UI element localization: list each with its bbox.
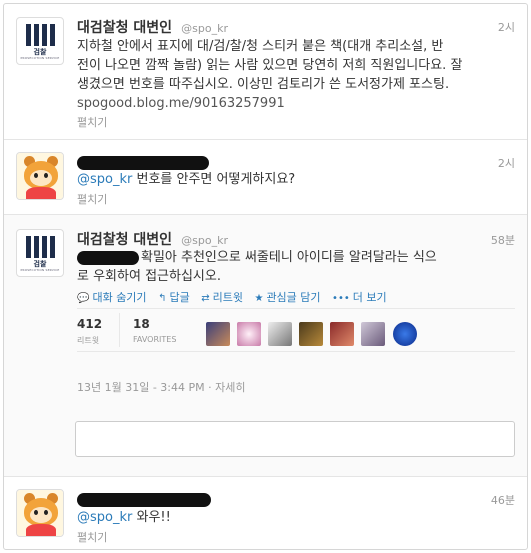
reply-arrow-icon: ↰ [158,293,167,304]
tweet-text-content: 번호를 안주면 어떻게하지요? [136,172,296,187]
tweet-timeline: 검찰 PROSECUTION SERVICE 대검찰청 대변인 @spo_kr … [3,3,528,550]
cartoon-cat-icon [17,153,63,199]
redacted-mention [77,250,139,265]
favorite-button[interactable]: ★ 관심글 담기 [254,291,320,304]
expand-link[interactable]: 펼치기 [77,529,107,545]
mention-link[interactable]: @spo_kr [77,172,132,187]
tweet-text: @spo_kr 와우!! [77,508,515,527]
star-icon: ★ [254,293,264,304]
avatar[interactable] [16,152,64,200]
cartoon-cat-icon [17,490,63,536]
more-button[interactable]: ••• 더 보기 [332,291,387,304]
retweet-count: 412 [77,317,103,331]
reply-button[interactable]: ↰ 답글 [158,291,190,304]
reply-input[interactable] [75,421,515,457]
user-name[interactable]: 대검찰청 대변인 [77,232,172,248]
tweet-text-line: 지하철 안에서 표지에 대/검/찰/청 스티커 붙은 책(대개 추리소설, 반 [77,39,444,54]
favoriter-avatar[interactable] [299,322,324,346]
tweet-actions: 💬 대화 숨기기 ↰ 답글 ⇄ 리트윗 ★ 관심글 담기 ••• 더 보기 [77,289,395,305]
retweet-label: 리트윗 [77,336,100,345]
tweet-text: 지하철 안에서 표지에 대/검/찰/청 스티커 붙은 책(대개 추리소설, 반 … [77,37,515,113]
full-timestamp: 13년 1월 31일 - 3:44 PM · 자세히 [77,381,246,394]
expand-link[interactable]: 펼치기 [77,191,107,207]
logo-subtext: PROSECUTION SERVICE [20,56,60,60]
prosecution-logo-icon [26,24,56,46]
tweet-text: @spo_kr 번호를 안주면 어떻게하지요? [77,170,515,189]
favoriter-avatar[interactable] [237,322,262,346]
favorite-label: FAVORITES [133,335,177,344]
tweet-text-line: 확밀아 추천인으로 써줄테니 아이디를 알려달라는 식으 [141,250,437,265]
tweet-stats: 412 리트윗 18 FAVORITES [77,308,515,352]
avatar[interactable]: 검찰 PROSECUTION SERVICE [16,229,64,277]
tweet[interactable]: 2시 @spo_kr 번호를 안주면 어떻게하지요? 펼치기 [4,140,527,215]
retweet-icon: ⇄ [201,293,210,304]
tweet-time[interactable]: 58분 [491,232,515,248]
tweet-header: 대검찰청 대변인 @spo_kr [77,17,228,36]
redacted-name [77,492,211,507]
prosecution-logo-icon [26,236,56,258]
favorite-stat[interactable]: 18 FAVORITES [133,317,176,344]
tweet-text: 확밀아 추천인으로 써줄테니 아이디를 알려달라는 식으 로 우회하여 접근하십… [77,248,515,286]
speech-bubble-icon: 💬 [77,293,90,304]
favoriter-avatar[interactable] [330,322,355,346]
tweet-time[interactable]: 2시 [498,19,515,35]
mention-link[interactable]: @spo_kr [77,510,132,525]
tweet[interactable]: 46분 @spo_kr 와우!! 펼치기 [4,477,527,549]
tweet-time[interactable]: 46분 [491,492,515,508]
user-handle[interactable]: @spo_kr [181,234,228,247]
retweet-stat[interactable]: 412 리트윗 [77,317,102,346]
favoriter-avatar[interactable] [268,322,293,346]
tweet-header: 대검찰청 대변인 @spo_kr [77,229,228,248]
redacted-name [77,155,209,170]
tweet-header [77,489,211,507]
retweet-button[interactable]: ⇄ 리트윗 [201,291,243,304]
user-name[interactable]: 대검찰청 대변인 [77,20,172,36]
tweet-text-line: 로 우회하여 접근하십시오. [77,269,221,284]
ellipsis-icon: ••• [332,293,350,304]
tweet-text-content: 와우!! [136,510,171,525]
favorite-count: 18 [133,317,150,331]
favoriter-avatar[interactable] [361,322,386,346]
tweet-time[interactable]: 2시 [498,155,515,171]
user-handle[interactable]: @spo_kr [181,22,228,35]
logo-subtext: PROSECUTION SERVICE [20,268,60,272]
favoriter-avatars [206,322,419,346]
tweet-expanded[interactable]: 검찰 PROSECUTION SERVICE 대검찰청 대변인 @spo_kr … [4,215,527,477]
avatar[interactable]: 검찰 PROSECUTION SERVICE [16,17,64,65]
avatar[interactable] [16,489,64,537]
tweet-text-line: 생겼으면 번호를 따주십시오. 이상민 검토리가 쓴 도서정가제 포스팅. [77,77,450,92]
divider [119,313,120,347]
details-link[interactable]: 자세히 [215,381,245,394]
tweet[interactable]: 검찰 PROSECUTION SERVICE 대검찰청 대변인 @spo_kr … [4,4,527,140]
tweet-text-line: 전이 나오면 깜짝 놀람) 읽는 사람 있으면 당연히 저희 직원입니다요. 잘 [77,58,463,73]
tweet-link[interactable]: spogood.blog.me/90163257991 [77,94,515,113]
expand-link[interactable]: 펼치기 [77,114,107,130]
favoriter-avatar[interactable] [392,322,417,346]
tweet-header [77,152,209,170]
favoriter-avatar[interactable] [206,322,230,346]
hide-conversation-button[interactable]: 💬 대화 숨기기 [77,291,147,304]
